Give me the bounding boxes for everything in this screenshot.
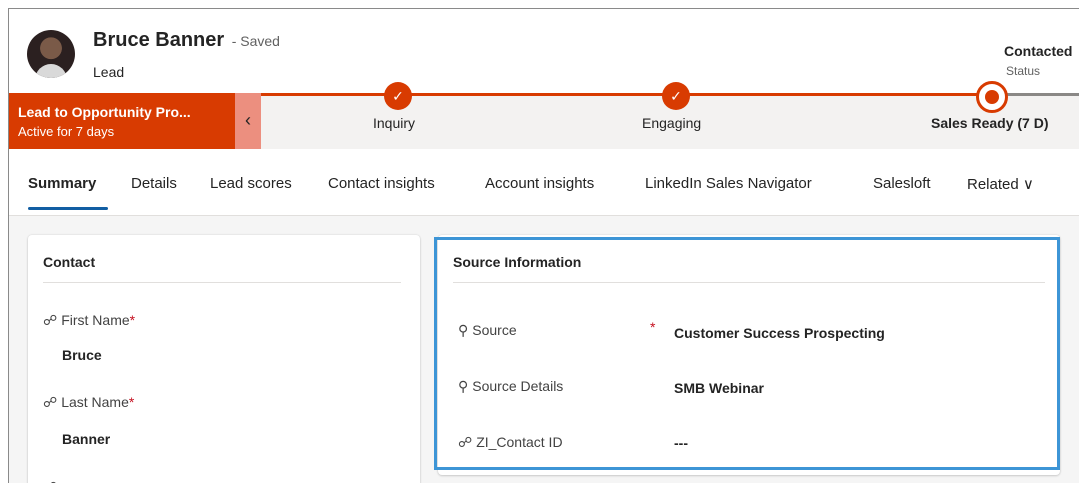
tab-linkedin-sales-navigator[interactable]: LinkedIn Sales Navigator [645, 175, 812, 192]
first-name-label: ☍ First Name* [43, 312, 135, 329]
stage-label[interactable]: Engaging [642, 115, 701, 131]
avatar-shirt [35, 64, 67, 78]
process-name[interactable]: Lead to Opportunity Pro... Active for 7 … [9, 93, 235, 149]
tab-related[interactable]: Related ∨ [967, 175, 1034, 193]
source-value[interactable]: Customer Success Prospecting [674, 325, 885, 341]
progress-line-remaining [1005, 93, 1079, 96]
stage-check-icon[interactable]: ✓ [384, 82, 412, 110]
active-stage-icon[interactable] [976, 81, 1008, 113]
progress-line-completed [261, 93, 989, 96]
field-label-text: First Name [61, 312, 130, 328]
required-indicator: * [650, 319, 656, 335]
status-label: Status [1006, 64, 1041, 78]
form-body: Contact ☍ First Name* Bruce ☍ Last Name* B… [9, 216, 1079, 483]
avatar[interactable] [27, 30, 75, 78]
tab-contact-insights[interactable]: Contact insights [328, 175, 435, 192]
process-duration: Active for 7 days [18, 124, 115, 139]
source-details-label: ⚲ Source Details [458, 378, 563, 395]
tab-details[interactable]: Details [131, 175, 177, 192]
record-name: Bruce Banner [93, 29, 225, 51]
stage-check-icon[interactable]: ✓ [662, 82, 690, 110]
required-indicator: * [128, 394, 135, 410]
first-name-value[interactable]: Bruce [62, 347, 102, 363]
save-status: - Saved [231, 33, 280, 49]
active-tab-indicator [28, 207, 108, 210]
tab-lead-scores[interactable]: Lead scores [210, 175, 292, 192]
status-value: Contacted [1004, 43, 1073, 59]
field-label-text: Source [472, 322, 517, 338]
lock-icon: ☍ [458, 434, 473, 450]
tab-bar: Summary Details Lead scores Contact insi… [9, 149, 1079, 216]
tab-summary[interactable]: Summary [28, 175, 96, 192]
stage-label[interactable]: Inquiry [373, 115, 415, 131]
record-header: Bruce Banner - Saved Lead Contacted Stat… [9, 9, 1079, 93]
section-title: Contact [43, 254, 96, 270]
contact-section: Contact ☍ First Name* Bruce ☍ Last Name* B… [28, 235, 420, 483]
last-name-value[interactable]: Banner [62, 431, 110, 447]
section-divider [453, 282, 1045, 283]
lock-icon: ☍ [43, 394, 58, 410]
business-process-flow: Lead to Opportunity Pro... Active for 7 … [9, 81, 1079, 149]
section-title: Source Information [453, 254, 582, 270]
key-icon: ⚲ [458, 378, 469, 394]
entity-name: Lead [93, 64, 125, 80]
process-title: Lead to Opportunity Pro... [18, 104, 191, 120]
tab-account-insights[interactable]: Account insights [485, 175, 594, 192]
key-icon: ⚲ [458, 322, 469, 338]
zi-contact-id-value[interactable]: --- [674, 435, 688, 451]
source-label: ⚲ Source [458, 322, 517, 339]
source-information-section: Source Information ⚲ Source * Customer Su… [438, 235, 1060, 475]
field-label-text: Source Details [472, 378, 564, 394]
zi-contact-id-label: ☍ ZI_Contact ID [458, 434, 563, 451]
app-frame: Bruce Banner - Saved Lead Contacted Stat… [8, 8, 1079, 483]
required-indicator: * [129, 312, 136, 328]
lock-icon: ☍ [43, 312, 58, 328]
field-label-text: ZI_Contact ID [476, 434, 563, 450]
lock-icon: ☍ [43, 479, 57, 483]
tab-salesloft[interactable]: Salesloft [873, 175, 931, 192]
chevron-left-icon[interactable]: ‹ [235, 93, 261, 149]
field-label-text: Last Name [61, 394, 129, 410]
section-divider [43, 282, 401, 283]
last-name-label: ☍ Last Name* [43, 394, 134, 411]
source-details-value[interactable]: SMB Webinar [674, 380, 764, 396]
record-title: Bruce Banner - Saved [93, 29, 280, 52]
stage-label-active[interactable]: Sales Ready (7 D) [931, 115, 1049, 131]
